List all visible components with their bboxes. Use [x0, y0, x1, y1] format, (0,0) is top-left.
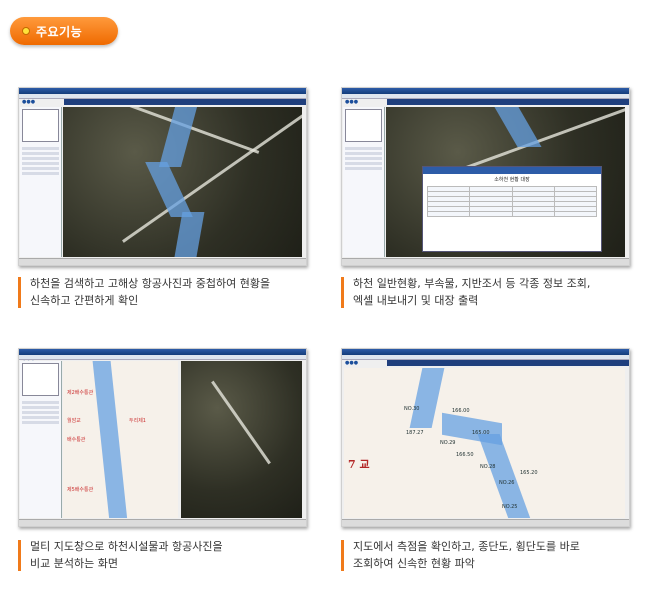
- section-badge: 주요기능: [10, 17, 118, 45]
- overview-minimap: [22, 363, 59, 396]
- caption-line: 멀티 지도창으로 하천시설물과 항공사진을: [30, 540, 223, 553]
- screenshot-river-search: ●●●: [18, 87, 307, 266]
- station-label: NO.29: [440, 440, 456, 446]
- app-menubar: [64, 99, 306, 113]
- elevation-label: 165.00: [472, 430, 490, 436]
- overview-minimap: [345, 109, 382, 142]
- status-bar: [19, 258, 306, 265]
- bridge-label: 7 교: [348, 458, 370, 471]
- caption-line: 비교 분석하는 화면: [30, 557, 118, 570]
- station-label: NO.30: [404, 406, 420, 412]
- address-bar: [19, 355, 306, 360]
- caption-panel-2: 하천 일반현황, 부속물, 지반조서 등 각종 정보 조회, 엑셀 내보내기 및…: [341, 275, 590, 309]
- caption-panel-4: 지도에서 측점을 확인하고, 종단도, 횡단도를 바로 조회하여 신속한 현황 …: [341, 538, 580, 572]
- caption-line: 신속하고 간편하게 확인: [30, 294, 139, 307]
- elevation-label: 166.50: [456, 452, 474, 458]
- ledger-table: [426, 186, 598, 217]
- map-label: 두리제1: [129, 418, 146, 424]
- caption-line: 지도에서 측점을 확인하고, 종단도, 횡단도를 바로: [353, 540, 580, 553]
- sidebar-panel: [343, 107, 385, 257]
- status-bar: [342, 519, 629, 526]
- elevation-label: 166.00: [452, 408, 470, 414]
- bullet-dot-icon: [22, 27, 30, 35]
- dialog-title: 소하천 현황 대장: [494, 177, 530, 183]
- caption-line: 조회하여 신속한 현황 파악: [353, 557, 475, 570]
- map-label: 배수통관: [67, 437, 86, 443]
- caption-line: 하천 일반현황, 부속물, 지반조서 등 각종 정보 조회,: [353, 277, 591, 290]
- section-title: 주요기능: [36, 25, 83, 39]
- map-label: 제2배수통관: [67, 390, 94, 396]
- station-label: NO.28: [480, 464, 496, 470]
- vector-map-view: NO.30 NO.29 NO.28 NO.26 NO.25 166.00 187…: [344, 368, 625, 518]
- caption-line: 엑셀 내보내기 및 대장 출력: [353, 294, 479, 307]
- screenshot-survey-points: ●●● NO.30 NO.29 NO.28 NO.26 NO.25 166.00…: [341, 348, 630, 527]
- app-logo-icon: ●●●: [345, 360, 359, 366]
- aerial-map-view: [63, 107, 302, 257]
- station-label: NO.26: [499, 480, 515, 486]
- caption-panel-3: 멀티 지도창으로 하천시설물과 항공사진을 비교 분석하는 화면: [18, 538, 223, 572]
- app-menubar: [387, 360, 629, 374]
- caption-panel-1: 하천을 검색하고 고해상 항공사진과 중첩하여 현황을 신속하고 간편하게 확인: [18, 275, 270, 309]
- status-bar: [19, 519, 306, 526]
- app-logo-icon: ●●●: [345, 99, 359, 105]
- map-label: 제5배수통관: [67, 487, 94, 493]
- elevation-label: 165.20: [520, 470, 538, 476]
- status-bar: [342, 258, 629, 265]
- station-label: NO.25: [502, 504, 518, 510]
- elevation-label: 187.27: [406, 430, 424, 436]
- facility-map-left: 제2배수통관 월암교 배수통관 제5배수통관 두리제1: [63, 361, 178, 518]
- sidebar-panel: [20, 361, 62, 518]
- caption-line: 하천을 검색하고 고해상 항공사진과 중첩하여 현황을: [30, 277, 271, 290]
- aerial-map-right: [181, 361, 302, 518]
- app-menubar: [387, 99, 629, 113]
- app-logo-icon: ●●●: [22, 99, 36, 105]
- overview-minimap: [22, 109, 59, 142]
- sidebar-panel: [20, 107, 62, 257]
- river-ledger-dialog[interactable]: 소하천 현황 대장: [422, 166, 602, 252]
- screenshot-river-info: ●●● 소하천 현황 대장: [341, 87, 630, 266]
- screenshot-multi-map: ●●● 제2배수통관 월암교 배수통관 제5배수통관 두리제1: [18, 348, 307, 527]
- map-label: 월암교: [67, 418, 81, 424]
